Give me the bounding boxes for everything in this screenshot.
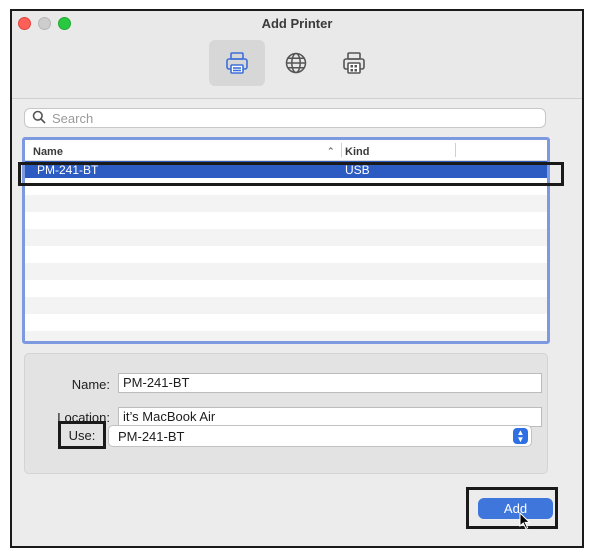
selected-row-highlight-box bbox=[18, 162, 564, 186]
window-title: Add Printer bbox=[261, 16, 333, 31]
empty-row bbox=[25, 297, 547, 314]
search-field[interactable] bbox=[24, 108, 546, 128]
chevron-updown-icon: ▲ ▼ bbox=[513, 428, 528, 444]
default-printer-tab[interactable] bbox=[209, 40, 265, 86]
pointer-cursor-icon bbox=[519, 511, 531, 533]
column-divider[interactable] bbox=[455, 143, 456, 157]
empty-row bbox=[25, 212, 547, 229]
titlebar: Add Printer bbox=[12, 11, 582, 99]
empty-row bbox=[25, 314, 547, 331]
use-driver-popup[interactable]: PM-241-BT ▲ ▼ bbox=[108, 425, 532, 447]
search-input[interactable] bbox=[52, 110, 512, 126]
search-icon bbox=[32, 110, 46, 127]
add-button[interactable]: Add bbox=[478, 498, 553, 519]
empty-row bbox=[25, 331, 547, 341]
windows-printer-tab[interactable] bbox=[326, 40, 382, 86]
empty-row bbox=[25, 195, 547, 212]
use-driver-value: PM-241-BT bbox=[118, 429, 185, 444]
globe-icon bbox=[284, 51, 308, 75]
empty-row bbox=[25, 263, 547, 280]
ip-printer-tab[interactable] bbox=[268, 40, 324, 86]
use-label: Use: bbox=[68, 427, 96, 443]
default-printer-icon bbox=[224, 50, 250, 76]
empty-row bbox=[25, 246, 547, 263]
column-header-kind[interactable]: Kind bbox=[345, 146, 369, 158]
empty-row bbox=[25, 280, 547, 297]
list-header: Name ⌃ Kind bbox=[25, 140, 547, 161]
windows-printer-icon bbox=[341, 50, 367, 76]
name-label: Name: bbox=[71, 377, 110, 392]
use-label-highlight: Use: bbox=[58, 421, 106, 449]
column-divider[interactable] bbox=[341, 143, 342, 157]
name-field[interactable]: PM-241-BT bbox=[118, 373, 542, 393]
column-header-name[interactable]: Name bbox=[33, 146, 63, 158]
empty-row bbox=[25, 229, 547, 246]
location-field[interactable]: it’s MacBook Air bbox=[118, 407, 542, 427]
sort-ascending-icon: ⌃ bbox=[327, 146, 335, 156]
